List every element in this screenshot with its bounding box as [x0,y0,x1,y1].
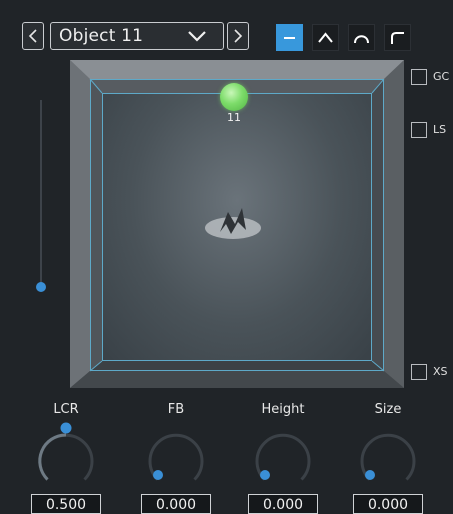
size-value-field[interactable]: 0.000 [353,494,423,514]
size-label: Size [374,402,402,417]
lcr-value-field[interactable]: 0.500 [31,494,101,514]
height-knob[interactable] [248,420,318,486]
next-object-button[interactable] [227,22,249,50]
fb-knob[interactable] [141,420,211,486]
fb-value-field[interactable]: 0.000 [141,494,211,514]
shape-flat-button[interactable] [276,24,303,51]
xs-checkbox[interactable] [411,364,427,380]
ls-checkbox[interactable] [411,122,427,138]
gc-label: GC [433,70,450,83]
object-marker[interactable] [220,83,248,111]
shape-corner-button[interactable] [384,24,411,51]
brand-logo-icon [205,208,261,239]
previous-object-button[interactable] [22,22,44,50]
elevation-slider-thumb[interactable] [36,282,46,292]
lcr-knob[interactable] [31,420,101,486]
peak-icon [318,32,333,43]
fb-label: FB [167,402,185,417]
chevron-down-icon [188,31,206,42]
chevron-left-icon [28,29,37,43]
ls-label: LS [433,123,447,136]
dome-icon [354,35,369,44]
elevation-slider-track[interactable] [40,100,42,290]
size-knob[interactable] [353,420,423,486]
shape-dome-button[interactable] [348,24,375,51]
object-select-value: Object 11 [59,26,144,46]
height-value-field[interactable]: 0.000 [248,494,318,514]
chevron-right-icon [234,29,243,43]
flat-line-icon [284,37,295,39]
object-select[interactable]: Object 11 [50,22,224,50]
corner-icon [391,32,404,44]
object-marker-label: 11 [227,111,241,124]
gc-checkbox[interactable] [411,69,427,85]
xs-label: XS [433,365,448,378]
height-label: Height [261,402,305,417]
shape-peak-button[interactable] [312,24,339,51]
lcr-label: LCR [53,402,79,417]
